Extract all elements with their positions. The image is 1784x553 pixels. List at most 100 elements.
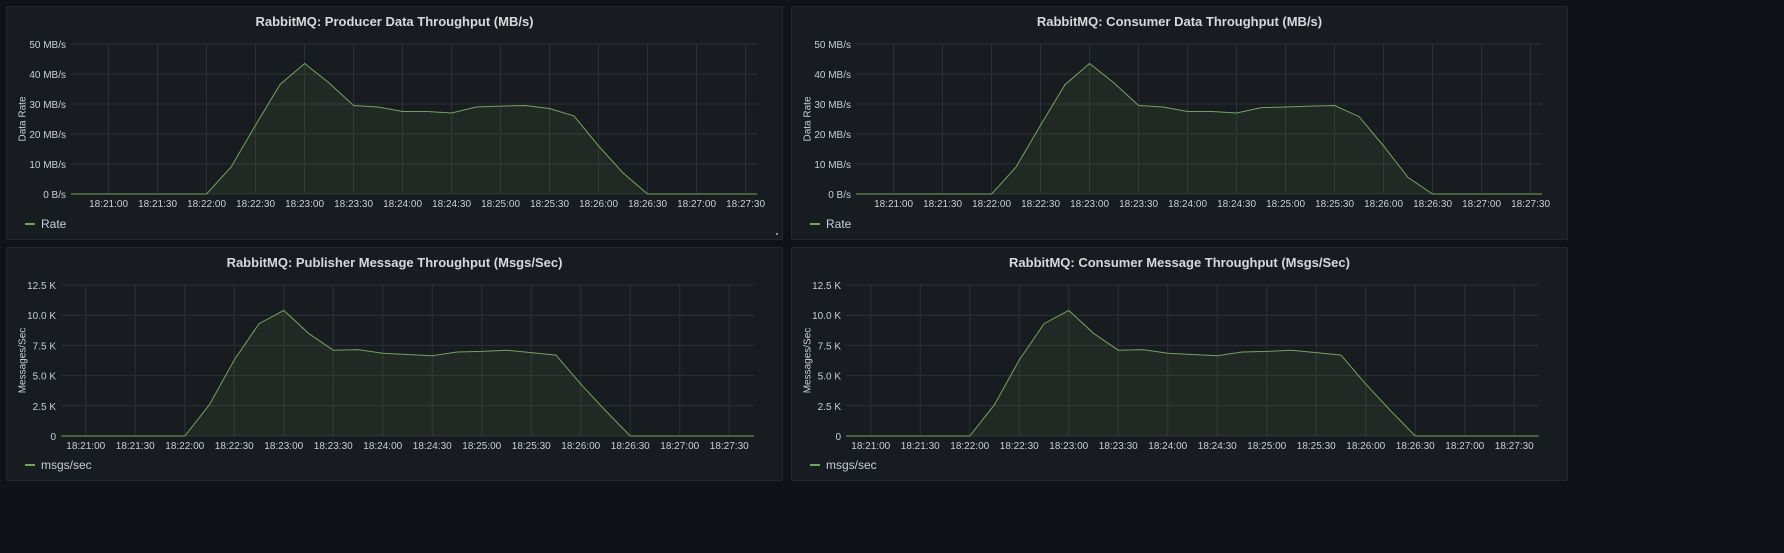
x-tick-label: 18:27:30 [710, 441, 749, 452]
x-tick-label: 18:26:00 [579, 199, 618, 210]
x-tick-label: 18:26:00 [1364, 199, 1403, 210]
resize-handle[interactable] [776, 233, 778, 235]
x-tick-label: 18:24:30 [413, 441, 452, 452]
x-tick-label: 18:27:30 [726, 199, 765, 210]
publisher-message-throughput-chart: 0 2.5 K 5.0 K 7.5 K 10.0 K 12.5 K 18:21:00 18:2… [18, 281, 754, 452]
y-axis-label: Messages/Sec [803, 328, 814, 394]
y-tick-label: 0 B/s [828, 190, 851, 201]
legend-swatch [810, 464, 820, 466]
y-tick-label: 2.5 K [33, 402, 57, 413]
y-tick-label: 30 MB/s [814, 100, 851, 111]
x-tick-label: 18:25:00 [1266, 199, 1305, 210]
producer-data-throughput-panel[interactable]: RabbitMQ: Producer Data Throughput (MB/s… [6, 6, 783, 240]
x-tick-label: 18:25:00 [481, 199, 520, 210]
x-tick-label: 18:22:00 [950, 441, 989, 452]
legend-label: msgs/sec [826, 458, 877, 472]
x-tick-label: 18:25:00 [462, 441, 501, 452]
y-tick-label: 2.5 K [818, 402, 842, 413]
y-tick-label: 10 MB/s [814, 160, 851, 171]
series-area [856, 63, 1542, 194]
x-tick-label: 18:22:30 [1000, 441, 1039, 452]
producer-data-throughput-chart: 0 B/s 10 MB/s 20 MB/s 30 MB/s 40 MB/s 50 MB/s… [18, 40, 766, 210]
x-tick-label: 18:22:00 [165, 441, 204, 452]
y-tick-label: 0 B/s [43, 190, 66, 201]
x-tick-label: 18:23:00 [264, 441, 303, 452]
x-tick-label: 18:26:00 [1346, 441, 1385, 452]
y-tick-label: 5.0 K [818, 372, 842, 383]
x-tick-label: 18:26:30 [1396, 441, 1435, 452]
x-tick-label: 18:27:00 [677, 199, 716, 210]
x-tick-label: 18:24:00 [383, 199, 422, 210]
x-tick-label: 18:21:00 [89, 199, 128, 210]
legend-label: Rate [826, 217, 852, 231]
consumer-data-throughput-chart: 0 B/s 10 MB/s 20 MB/s 30 MB/s 40 MB/s 50 MB/s… [803, 40, 1551, 210]
series-area [71, 63, 757, 194]
x-tick-label: 18:24:30 [432, 199, 471, 210]
y-tick-label: 50 MB/s [29, 40, 66, 51]
x-tick-label: 18:25:30 [512, 441, 551, 452]
y-tick-label: 40 MB/s [29, 70, 66, 81]
y-tick-label: 5.0 K [33, 372, 57, 383]
x-tick-label: 18:21:00 [851, 441, 890, 452]
y-axis-label: Messages/Sec [18, 328, 29, 394]
y-tick-label: 20 MB/s [29, 130, 66, 141]
y-tick-label: 7.5 K [818, 341, 842, 352]
x-tick-label: 18:21:30 [901, 441, 940, 452]
x-tick-label: 18:23:00 [1049, 441, 1088, 452]
x-tick-label: 18:21:00 [66, 441, 105, 452]
y-tick-label: 10.0 K [812, 311, 841, 322]
x-tick-label: 18:27:00 [1445, 441, 1484, 452]
y-tick-label: 0 [50, 432, 56, 443]
y-tick-label: 50 MB/s [814, 40, 851, 51]
legend[interactable]: Rate [25, 217, 66, 231]
x-tick-label: 18:25:30 [1315, 199, 1354, 210]
y-tick-label: 30 MB/s [29, 100, 66, 111]
publisher-message-throughput-panel[interactable]: RabbitMQ: Publisher Message Throughput (… [6, 247, 783, 481]
legend-swatch [25, 223, 35, 225]
y-tick-label: 12.5 K [812, 281, 841, 292]
x-tick-label: 18:26:30 [628, 199, 667, 210]
x-tick-label: 18:26:30 [1413, 199, 1452, 210]
x-tick-label: 18:26:30 [611, 441, 650, 452]
y-tick-label: 20 MB/s [814, 130, 851, 141]
series-area [61, 310, 754, 436]
x-tick-label: 18:25:30 [530, 199, 569, 210]
x-tick-label: 18:24:30 [1217, 199, 1256, 210]
y-axis-label: Data Rate [803, 96, 814, 141]
x-tick-label: 18:21:30 [116, 441, 155, 452]
legend-swatch [25, 464, 35, 466]
x-tick-label: 18:24:00 [1148, 441, 1187, 452]
x-tick-label: 18:27:00 [1462, 199, 1501, 210]
x-tick-label: 18:25:00 [1247, 441, 1286, 452]
x-tick-label: 18:23:00 [1070, 199, 1109, 210]
consumer-message-throughput-panel[interactable]: RabbitMQ: Consumer Message Throughput (M… [791, 247, 1568, 481]
x-tick-label: 18:23:30 [334, 199, 373, 210]
y-axis-label: Data Rate [18, 96, 29, 141]
x-tick-label: 18:23:30 [1119, 199, 1158, 210]
legend-label: Rate [41, 217, 67, 231]
legend[interactable]: msgs/sec [810, 458, 877, 472]
x-tick-label: 18:22:30 [215, 441, 254, 452]
series-area [846, 310, 1539, 436]
x-tick-label: 18:21:30 [138, 199, 177, 210]
consumer-data-throughput-panel[interactable]: RabbitMQ: Consumer Data Throughput (MB/s… [791, 6, 1568, 240]
x-tick-label: 18:27:30 [1495, 441, 1534, 452]
y-tick-label: 40 MB/s [814, 70, 851, 81]
x-tick-label: 18:24:00 [1168, 199, 1207, 210]
consumer-message-throughput-chart: 0 2.5 K 5.0 K 7.5 K 10.0 K 12.5 K 18:21:00 18:2… [803, 281, 1539, 452]
x-tick-label: 18:21:00 [874, 199, 913, 210]
y-tick-label: 12.5 K [27, 281, 56, 292]
legend[interactable]: Rate [810, 217, 851, 231]
x-tick-label: 18:25:30 [1297, 441, 1336, 452]
x-tick-label: 18:26:00 [561, 441, 600, 452]
x-tick-label: 18:21:30 [923, 199, 962, 210]
x-tick-label: 18:24:00 [363, 441, 402, 452]
x-tick-label: 18:27:30 [1511, 199, 1550, 210]
legend[interactable]: msgs/sec [25, 458, 92, 472]
x-tick-label: 18:22:00 [972, 199, 1011, 210]
x-tick-label: 18:22:00 [187, 199, 226, 210]
legend-swatch [810, 223, 820, 225]
y-tick-label: 0 [835, 432, 841, 443]
y-tick-label: 7.5 K [33, 341, 57, 352]
x-tick-label: 18:22:30 [236, 199, 275, 210]
